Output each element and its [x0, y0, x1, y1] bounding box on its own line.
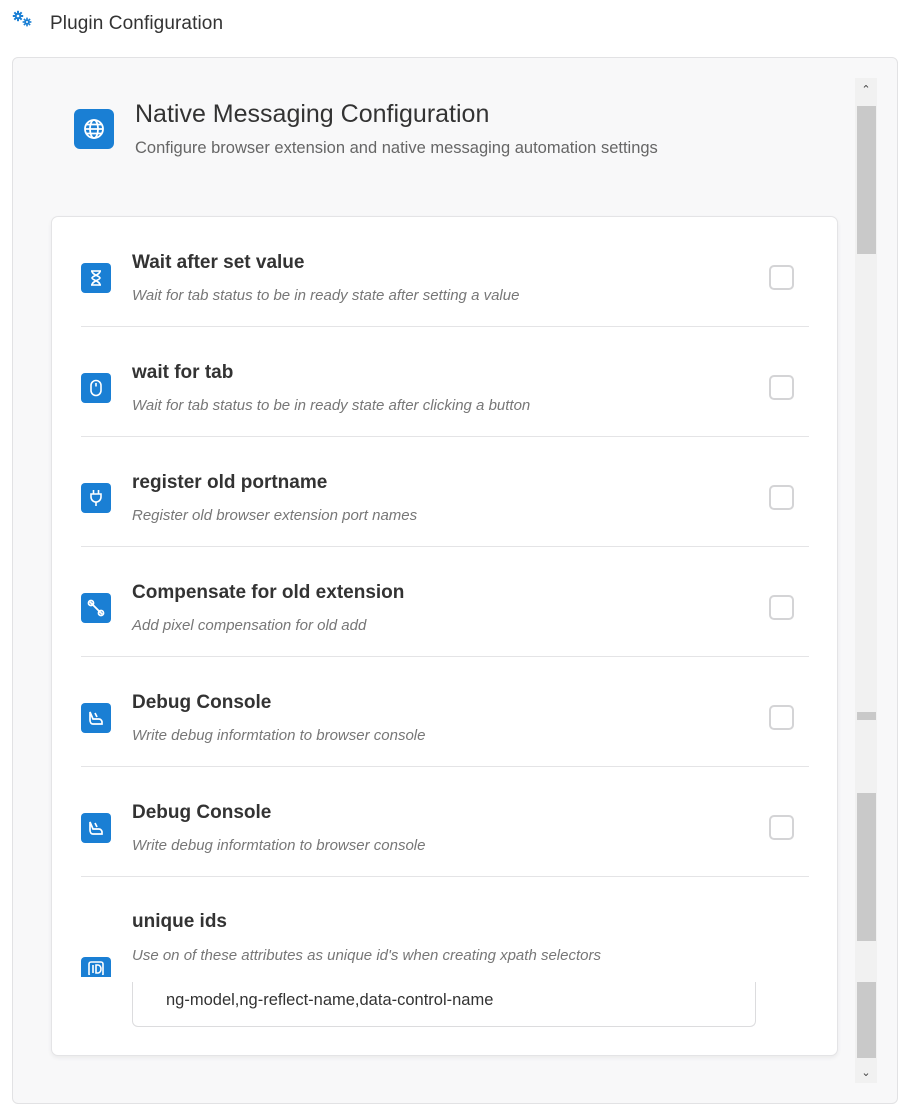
wait-after-set-value-checkbox[interactable] [769, 265, 794, 290]
page-header: Plugin Configuration [0, 0, 908, 50]
mouse-icon [81, 373, 111, 403]
setting-title: unique ids [132, 911, 227, 932]
setting-description: Add pixel compensation for old add [132, 617, 367, 634]
hourglass-icon [81, 263, 111, 293]
setting-description: Write debug informtation to browser cons… [132, 837, 426, 854]
debug-icon [81, 813, 111, 843]
setting-description: Wait for tab status to be in ready state… [132, 397, 531, 414]
section-title: Native Messaging Configuration [135, 100, 490, 128]
setting-description: Write debug informtation to browser cons… [132, 727, 426, 744]
setting-compensate-for-old-extension: Compensate for old extension Add pixel c… [81, 547, 809, 657]
debug-console-checkbox[interactable] [769, 705, 794, 730]
setting-title: wait for tab [132, 362, 234, 383]
debug-icon [81, 703, 111, 733]
setting-title: Debug Console [132, 692, 272, 713]
scrollbar-thumb-bottom[interactable] [857, 982, 876, 1058]
scrollbar-marker [857, 712, 876, 720]
setting-debug-console-2: Debug Console Write debug informtation t… [81, 767, 809, 877]
setting-wait-for-tab: wait for tab Wait for tab status to be i… [81, 327, 809, 437]
setting-description: Register old browser extension port name… [132, 507, 418, 524]
debug-console-2-checkbox[interactable] [769, 815, 794, 840]
scroll-down-button[interactable]: ⌄ [855, 1061, 877, 1083]
setting-register-old-portname: register old portname Register old brows… [81, 437, 809, 547]
wrench-icon [81, 593, 111, 623]
wait-for-tab-checkbox[interactable] [769, 375, 794, 400]
gears-icon [12, 10, 34, 28]
setting-description: Wait for tab status to be in ready state… [132, 287, 520, 304]
register-old-portname-checkbox[interactable] [769, 485, 794, 510]
section-subtitle: Configure browser extension and native m… [135, 139, 658, 157]
plug-icon [81, 483, 111, 513]
setting-title: Debug Console [132, 802, 272, 823]
setting-title: register old portname [132, 472, 328, 493]
setting-title: Compensate for old extension [132, 582, 405, 603]
compensate-for-old-extension-checkbox[interactable] [769, 595, 794, 620]
setting-debug-console: Debug Console Write debug informtation t… [81, 657, 809, 767]
id-card-icon [81, 957, 111, 977]
page-title: Plugin Configuration [50, 13, 224, 34]
unique-ids-input[interactable] [132, 982, 756, 1027]
settings-card: Wait after set value Wait for tab status… [51, 216, 838, 1056]
scroll-up-button[interactable]: ⌃ [855, 78, 877, 100]
setting-description: Use on of these attributes as unique id'… [132, 947, 601, 964]
setting-wait-after-set-value: Wait after set value Wait for tab status… [81, 217, 809, 327]
scrollbar-thumb-lower[interactable] [857, 793, 876, 941]
globe-icon [74, 109, 114, 149]
scrollbar-thumb[interactable] [857, 106, 876, 254]
setting-unique-ids: unique ids Use on of these attributes as… [81, 877, 809, 1055]
setting-title: Wait after set value [132, 252, 305, 273]
